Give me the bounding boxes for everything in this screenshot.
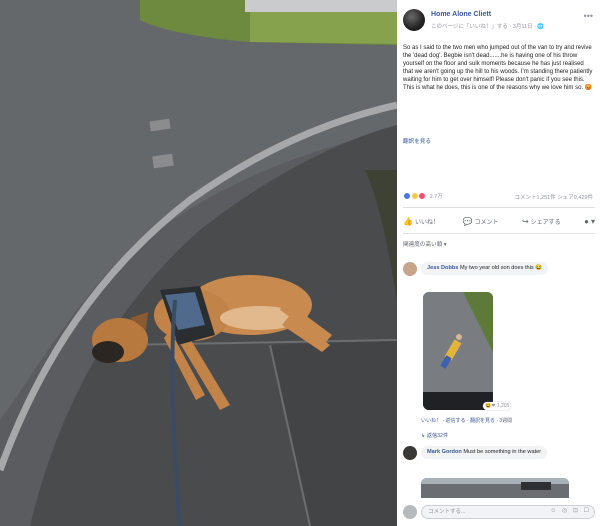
comment-button[interactable]: 💬 コメント — [462, 217, 498, 226]
child-lying-on-pavement-image — [423, 292, 493, 410]
comment-bubble: Mark Gordon Must be something in the wat… — [421, 446, 548, 459]
commenter-avatar[interactable] — [403, 446, 417, 460]
divider — [403, 233, 595, 234]
more-dots-icon[interactable]: ••• — [584, 11, 593, 21]
comment-reaction-count: 1,205 — [496, 403, 510, 409]
profile-icon: ● — [584, 216, 589, 226]
post-body-text: So as I said to the two men who jumped o… — [403, 45, 593, 92]
love-icon — [418, 192, 427, 200]
thumbs-up-icon: 👍 — [403, 216, 413, 226]
comment-label: コメント — [474, 219, 499, 226]
comment-item: Mark Gordon Must be something in the wat… — [403, 446, 597, 476]
comment-photo[interactable] — [421, 478, 569, 498]
comment-time: 3週間 — [499, 418, 513, 424]
comment-photo[interactable] — [423, 292, 493, 410]
comment-translate-link[interactable]: 翻訳を見る — [470, 418, 495, 424]
facebook-post-panel: Home Alone Cliett このページに「いいね！」する · 3月11日… — [397, 0, 600, 526]
post-header: Home Alone Cliett このページに「いいね！」する · 3月11日… — [403, 9, 597, 39]
comment-bubble-icon: 💬 — [462, 216, 473, 226]
comment-text: My two year old son does this 😂 — [459, 265, 543, 271]
like-icon — [403, 192, 411, 200]
dog-lying-on-pavement-image — [0, 0, 397, 526]
comment-action-links: いいね！ · 返信する · 翻訳を見る · 3週間 — [421, 418, 513, 424]
chevron-down-icon: ▾ — [590, 216, 595, 226]
see-translation-link[interactable]: 翻訳を見る — [403, 137, 431, 145]
comment-bubble: Jess Dobbs My two year old son does this… — [421, 262, 549, 275]
view-replies-link[interactable]: ↳ 返信32件 — [421, 432, 448, 439]
commenter-name[interactable]: Mark Gordon — [427, 449, 462, 455]
comment-text: Must be something in the water — [463, 449, 542, 455]
like-button[interactable]: 👍 いいね！ — [403, 217, 439, 226]
commenter-name[interactable]: Jess Dobbs — [427, 265, 458, 271]
comment-sort-dropdown[interactable]: 関連度の高い順 ▾ — [403, 240, 447, 248]
comment-share-stats[interactable]: コメント1,251件 シェア9,429件 — [514, 193, 593, 201]
share-label: シェアする — [530, 219, 561, 226]
post-photo[interactable] — [0, 0, 397, 526]
replies-count-label: 返信32件 — [426, 433, 449, 439]
comment-like-link[interactable]: いいね！ — [421, 418, 441, 424]
reaction-icons: 😆❤ — [485, 403, 496, 409]
user-avatar — [403, 505, 417, 519]
post-meta: このページに「いいね！」する · 3月11日 · 🌐 — [431, 24, 545, 30]
commenter-avatar[interactable] — [403, 262, 417, 276]
reaction-count: 2.7万 — [429, 194, 443, 200]
reactions-summary[interactable]: 2.7万 コメント1,251件 シェア9,429件 — [403, 192, 595, 204]
share-arrow-icon: ↪ — [521, 216, 529, 226]
road-photo-image — [421, 478, 569, 498]
comment-reply-link[interactable]: 返信する — [445, 418, 465, 424]
post-actions: 👍 いいね！ 💬 コメント ↪ シェアする ● ▾ — [403, 210, 595, 232]
comment-attachment-icons[interactable]: ☺ ◎ ⊡ ☐ — [550, 507, 591, 514]
share-button[interactable]: ↪ シェアする — [522, 217, 561, 226]
like-label: いいね！ — [414, 219, 439, 226]
post-author[interactable]: Home Alone Cliett — [431, 11, 491, 18]
comment-reactions[interactable]: 😆❤ 1,205 — [483, 402, 512, 410]
avatar-selector[interactable]: ● ▾ — [584, 217, 595, 226]
write-comment-bar: コメントする... ☺ ◎ ⊡ ☐ — [403, 503, 595, 521]
page-avatar[interactable] — [403, 9, 425, 31]
divider — [403, 207, 595, 208]
